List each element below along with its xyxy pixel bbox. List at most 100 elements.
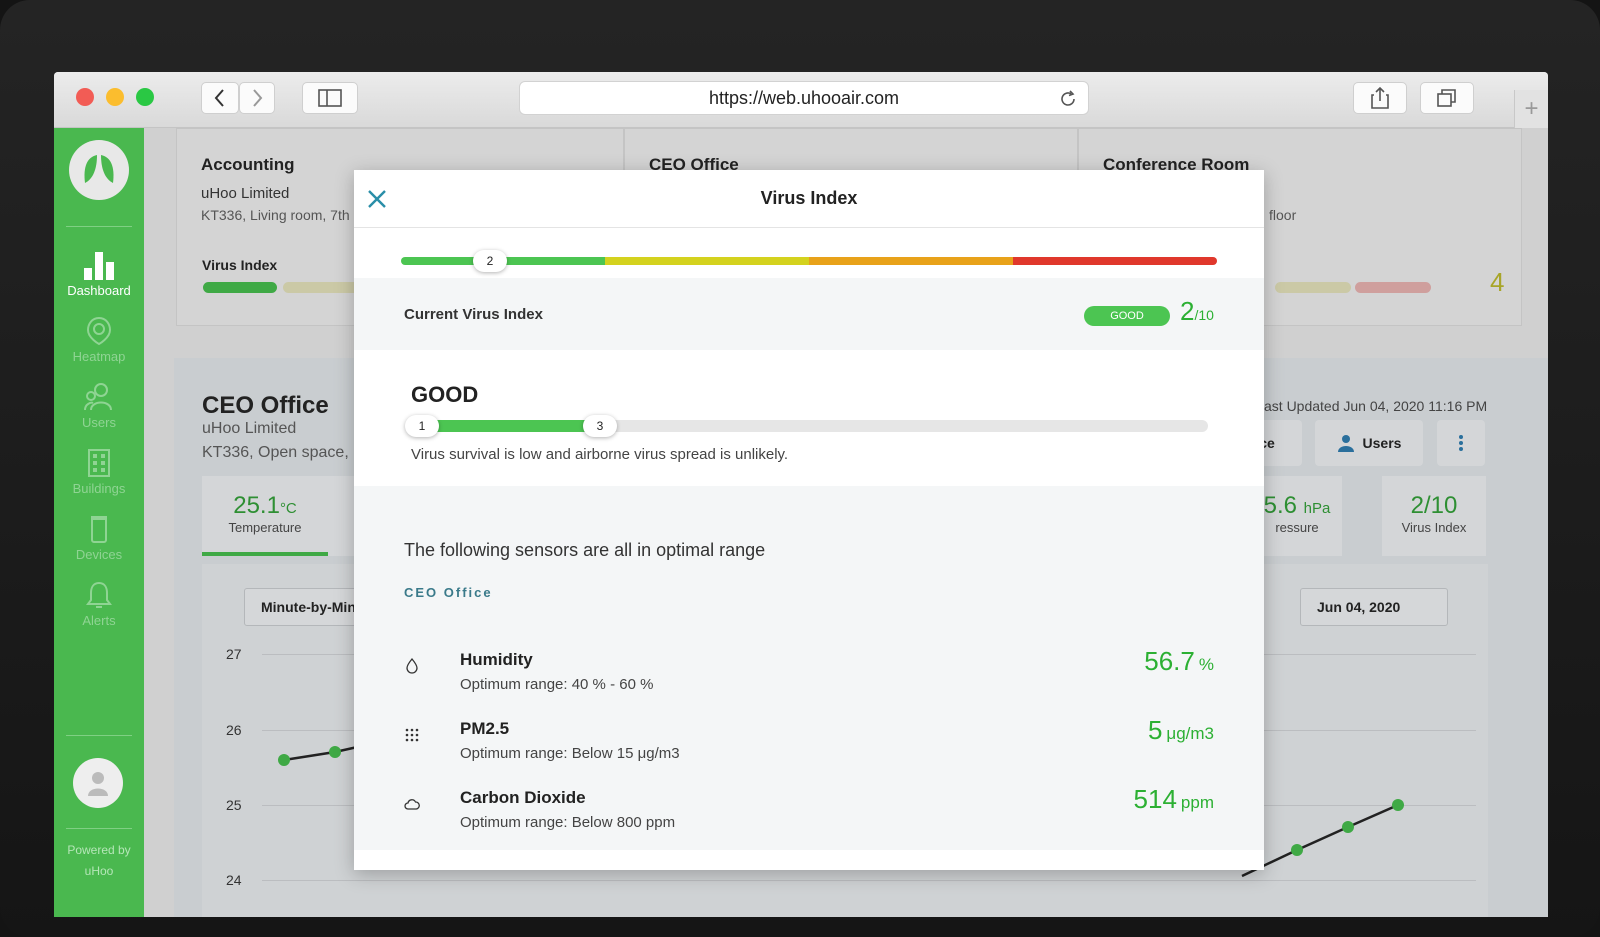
tile-value: 5.6 xyxy=(1263,492,1297,519)
address-bar[interactable]: https://web.uhooair.com xyxy=(519,81,1089,115)
card-address: KT336, Living room, 7th xyxy=(201,207,350,223)
sidebar-item-devices[interactable]: Devices xyxy=(54,510,144,562)
current-index-label: Current Virus Index xyxy=(404,306,543,323)
share-button[interactable] xyxy=(1353,82,1407,114)
tabs-icon xyxy=(1437,89,1456,107)
uhoo-logo[interactable] xyxy=(69,140,129,200)
level-section: GOOD 1 3 Virus survival is low and airbo… xyxy=(354,350,1264,486)
virus-bar-segment xyxy=(1275,282,1351,293)
user-avatar-icon xyxy=(88,772,108,796)
leaf-logo-icon xyxy=(84,155,114,183)
new-tab-button[interactable]: + xyxy=(1514,90,1548,128)
back-button[interactable] xyxy=(201,82,239,114)
heatmap-icon xyxy=(86,316,112,346)
maximize-window-button[interactable] xyxy=(136,88,154,106)
sensor-value: 514 ppm xyxy=(1133,784,1214,814)
sidebar-item-label: Heatmap xyxy=(72,349,126,364)
bar-chart-icon xyxy=(84,252,114,280)
sensors-heading: The following sensors are all in optimal… xyxy=(404,540,766,560)
sidebar-item-label: Alerts xyxy=(82,613,116,628)
data-point xyxy=(278,754,290,766)
sensor-value: 56.7% xyxy=(1144,646,1214,676)
page-title: CEO Office xyxy=(202,392,329,419)
sidebar-item-users[interactable]: Users xyxy=(54,378,144,430)
last-updated: ast Updated Jun 04, 2020 11:16 PM xyxy=(1264,398,1488,414)
share-icon xyxy=(1371,86,1389,109)
bell-icon xyxy=(86,581,112,608)
level-title: GOOD xyxy=(411,382,479,407)
avatar[interactable] xyxy=(73,758,123,808)
level-max-marker: 3 xyxy=(583,415,617,437)
sidebar-item-alerts[interactable]: Alerts xyxy=(54,576,144,628)
card-company: uHoo Limited xyxy=(201,185,290,202)
tile-value: 2/10 xyxy=(1410,492,1458,519)
forward-button[interactable] xyxy=(239,82,275,114)
current-index-value: 2/10 xyxy=(1180,296,1214,326)
data-point xyxy=(1291,844,1303,856)
sensor-name: PM2.5 xyxy=(460,719,510,738)
tile-label: Virus Index xyxy=(1401,520,1467,535)
user-icon xyxy=(1337,435,1354,452)
tile-label: ressure xyxy=(1275,520,1319,535)
sensors-section: The following sensors are all in optimal… xyxy=(354,486,1264,850)
data-point xyxy=(1342,821,1354,833)
browser-toolbar: https://web.uhooair.com + xyxy=(54,72,1548,128)
more-options-button[interactable] xyxy=(1437,420,1485,466)
tile-value: 25.1 xyxy=(233,492,280,519)
data-point xyxy=(329,746,341,758)
panel-company: uHoo Limited xyxy=(202,420,297,437)
particles-icon xyxy=(405,728,419,742)
tile-label: Temperature xyxy=(228,520,302,535)
users-button[interactable]: Users xyxy=(1315,420,1423,466)
modal-header: Virus Index xyxy=(354,170,1264,228)
chevron-left-icon xyxy=(214,89,224,107)
card-title: Accounting xyxy=(201,155,295,174)
sensor-name: Carbon Dioxide xyxy=(460,788,586,807)
tile-temperature[interactable]: 25.1°C Temperature xyxy=(202,476,328,556)
device-icon xyxy=(91,516,107,543)
sidebar-toggle-button[interactable] xyxy=(302,82,358,114)
droplet-icon xyxy=(406,658,418,674)
sidebar-item-label: Buildings xyxy=(72,481,126,496)
sensor-range: Optimum range: Below 15 μg/m3 xyxy=(460,745,680,762)
sidebar-item-label: Devices xyxy=(75,547,123,562)
users-icon xyxy=(84,383,112,411)
modal-title: Virus Index xyxy=(760,188,858,208)
close-window-button[interactable] xyxy=(76,88,94,106)
reload-icon[interactable] xyxy=(1058,89,1078,109)
tile-unit: °C xyxy=(279,500,297,517)
sidebar-item-label: Users xyxy=(82,415,116,430)
tabs-overview-button[interactable] xyxy=(1420,82,1474,114)
sensor-name: Humidity xyxy=(460,650,533,669)
sidebar-item-dashboard[interactable]: Dashboard xyxy=(54,246,144,298)
status-badge: GOOD xyxy=(1084,306,1170,326)
level-min-marker: 1 xyxy=(405,415,439,437)
sidebar: Dashboard Heatmap Users Buildings Device… xyxy=(54,128,144,917)
virus-index-scale xyxy=(401,257,1217,265)
chevron-right-icon xyxy=(253,89,263,107)
url-text: https://web.uhooair.com xyxy=(708,87,900,108)
powered-by-label: Powered by xyxy=(67,843,131,857)
powered-by-brand: uHoo xyxy=(84,864,114,878)
tile-virus-index[interactable]: 2/10 Virus Index xyxy=(1382,476,1486,556)
sidebar-item-heatmap[interactable]: Heatmap xyxy=(54,312,144,364)
card-virus-label: Virus Index xyxy=(202,257,278,273)
sensor-row-co2: Carbon Dioxide Optimum range: Below 800 … xyxy=(354,784,1264,844)
virus-bar-segment xyxy=(1355,282,1431,293)
users-button-label: Users xyxy=(1362,435,1402,451)
sidebar-icon xyxy=(318,89,342,107)
sensors-room: CEO Office xyxy=(404,585,493,600)
current-index-row: Current Virus Index GOOD 2/10 xyxy=(354,278,1264,350)
sidebar-item-buildings[interactable]: Buildings xyxy=(54,444,144,496)
powered-by: Powered by uHoo xyxy=(54,840,144,882)
sensor-range: Optimum range: 40 % - 60 % xyxy=(460,676,654,693)
minimize-window-button[interactable] xyxy=(106,88,124,106)
building-icon xyxy=(88,449,110,477)
sidebar-item-label: Dashboard xyxy=(67,283,131,298)
card-address: floor xyxy=(1269,207,1297,223)
virus-index-modal: Virus Index 2 Current Virus Index GOOD 2… xyxy=(354,170,1264,870)
level-description: Virus survival is low and airborne virus… xyxy=(411,446,789,463)
virus-bar-segment xyxy=(203,282,277,293)
tile-pressure[interactable]: 5.6 hPa ressure xyxy=(1252,476,1342,556)
tile-unit: hPa xyxy=(1303,500,1331,517)
